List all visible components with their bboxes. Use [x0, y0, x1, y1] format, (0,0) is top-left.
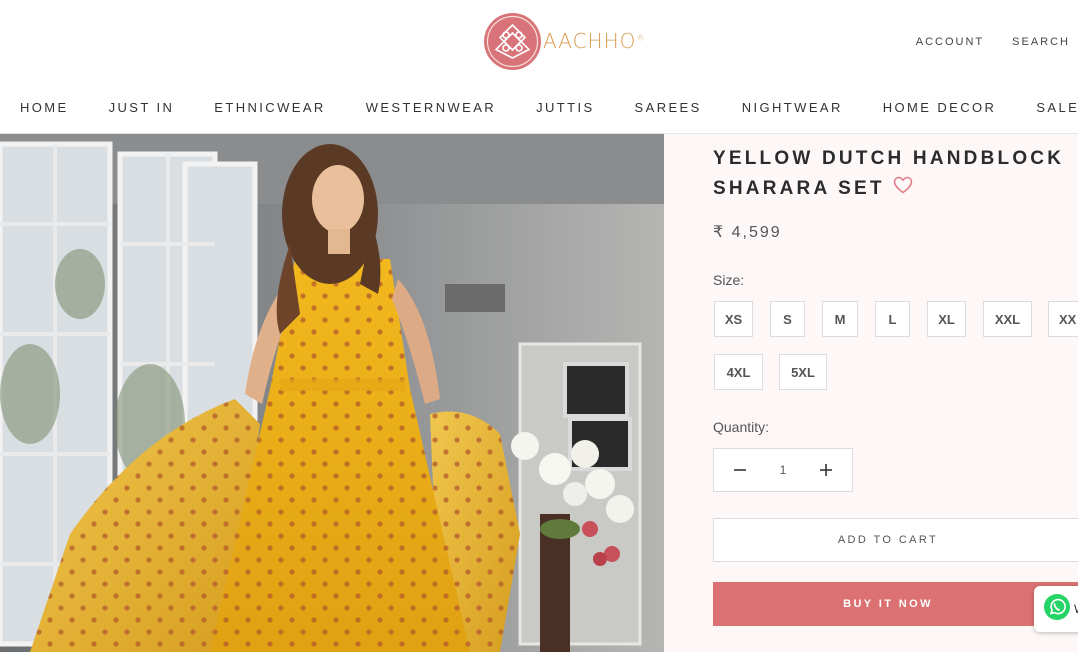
nav-item-home[interactable]: HOME — [20, 100, 69, 115]
nav-item-just-in[interactable]: JUST IN — [109, 100, 175, 115]
heart-outline-icon[interactable] — [893, 174, 913, 204]
header-utility-links: ACCOUNT SEARCH — [916, 36, 1070, 48]
quantity-label: Quantity: — [713, 419, 770, 435]
nav-item-juttis[interactable]: JUTTIS — [536, 100, 594, 115]
quantity-input[interactable] — [762, 459, 804, 481]
main-navigation: HOME JUST IN ETHNICWEAR WESTERNWEAR JUTT… — [0, 82, 1078, 134]
plus-icon[interactable] — [804, 449, 848, 491]
add-to-cart-button[interactable]: ADD TO CART — [713, 518, 1078, 562]
minus-icon[interactable] — [718, 449, 762, 491]
buy-it-now-button[interactable]: BUY IT NOW — [713, 582, 1078, 626]
size-label: Size: — [713, 272, 745, 288]
brand-logo[interactable]: AACHHO® — [484, 12, 645, 70]
nav-item-home-decor[interactable]: HOME DECOR — [883, 100, 997, 115]
size-option-4xl[interactable]: 4XL — [714, 354, 763, 390]
size-option-xxxl[interactable]: XX — [1048, 301, 1078, 337]
product-image[interactable] — [0, 134, 664, 652]
whatsapp-chat-button[interactable]: W — [1034, 586, 1078, 632]
product-title-line-2: SHARARA SET — [713, 174, 1078, 204]
nav-item-westernwear[interactable]: WESTERNWEAR — [366, 100, 496, 115]
nav-item-sarees[interactable]: SAREES — [635, 100, 702, 115]
logo-wordmark: AACHHO® — [543, 29, 646, 53]
size-option-5xl[interactable]: 5XL — [779, 354, 827, 390]
size-option-xxl[interactable]: XXL — [983, 301, 1032, 337]
nav-item-sale[interactable]: SALE — [1036, 100, 1078, 115]
product-photo-illustration — [0, 134, 664, 652]
product-title-line-1: YELLOW DUTCH HANDBLOCK — [713, 148, 1065, 169]
whatsapp-label: W — [1074, 602, 1078, 616]
whatsapp-icon — [1043, 593, 1071, 625]
size-option-s[interactable]: S — [770, 301, 805, 337]
nav-item-ethnicwear[interactable]: ETHNICWEAR — [214, 100, 325, 115]
account-link[interactable]: ACCOUNT — [916, 36, 984, 48]
site-header: AACHHO® ACCOUNT SEARCH — [0, 0, 1078, 82]
size-option-xl[interactable]: XL — [927, 301, 966, 337]
product-price: ₹ 4,599 — [713, 224, 782, 241]
logo-knot-icon — [484, 12, 541, 70]
size-option-m[interactable]: M — [822, 301, 858, 337]
size-option-l[interactable]: L — [875, 301, 910, 337]
nav-item-nightwear[interactable]: NIGHTWEAR — [742, 100, 843, 115]
product-title: YELLOW DUTCH HANDBLOCK SHARARA SET — [713, 144, 1078, 204]
quantity-stepper — [713, 448, 853, 492]
product-info-panel: YELLOW DUTCH HANDBLOCK SHARARA SET ₹ 4,5… — [664, 134, 1078, 652]
size-option-xs[interactable]: XS — [714, 301, 753, 337]
search-link[interactable]: SEARCH — [1012, 36, 1070, 48]
product-title-line-2-text: SHARARA SET — [713, 178, 885, 200]
